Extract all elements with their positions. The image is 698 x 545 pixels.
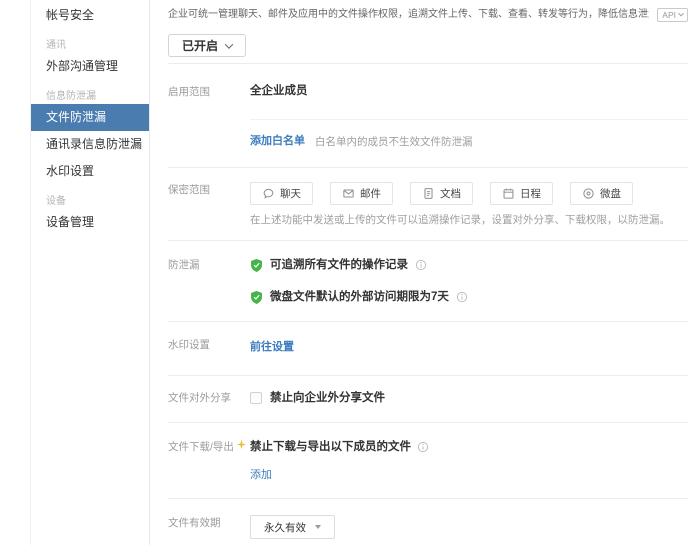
- mail-icon: [342, 187, 355, 200]
- watermark-label: 水印设置: [168, 337, 250, 355]
- scope-value: 全企业成员: [250, 84, 688, 99]
- add-whitelist-link[interactable]: 添加白名单: [250, 134, 305, 149]
- forbid-download-text: 禁止下载与导出以下成员的文件: [250, 440, 411, 455]
- chip-drive-label: 微盘: [600, 186, 621, 201]
- chip-doc[interactable]: 文档: [410, 182, 473, 205]
- chip-chat[interactable]: 聊天: [250, 182, 313, 205]
- prevention-item-text: 微盘文件默认的外部访问期限为7天: [270, 290, 449, 305]
- sidebar-section-device: 设备: [31, 195, 149, 209]
- goto-watermark-settings-link[interactable]: 前往设置: [250, 340, 294, 355]
- status-enabled-dropdown[interactable]: 已开启: [168, 34, 246, 57]
- sidebar-item-watermark-settings[interactable]: 水印设置: [31, 158, 149, 185]
- calendar-icon: [502, 187, 515, 200]
- chat-icon: [262, 187, 275, 200]
- admin-settings-page: 帐号安全 通讯 外部沟通管理 信息防泄漏 文件防泄漏 通讯录信息防泄漏 水印设置…: [0, 0, 698, 545]
- prevention-label: 防泄漏: [168, 257, 250, 305]
- row-leak-prevention: 防泄漏 可追溯所有文件的操作记录 微盘文件默认的外部访问期限为7天: [168, 241, 688, 321]
- row-external-share: 文件对外分享 禁止向企业外分享文件: [168, 376, 688, 422]
- doc-icon: [422, 187, 435, 200]
- info-icon[interactable]: [456, 291, 468, 303]
- chevron-down-icon: [225, 40, 233, 48]
- scope-label: 启用范围: [168, 84, 250, 149]
- divider: [250, 119, 688, 120]
- status-enabled-label: 已开启: [182, 37, 218, 54]
- api-dropdown-badge[interactable]: API: [657, 8, 688, 22]
- row-download-export: 文件下载/导出 禁止下载与导出以下成员的文件 添加: [168, 423, 688, 498]
- chevron-down-icon: [678, 11, 684, 17]
- feature-description: 企业可统一管理聊天、邮件及应用中的文件操作权限，追溯文件上传、下载、查看、转发等…: [168, 8, 649, 22]
- chip-calendar-label: 日程: [520, 186, 541, 201]
- sidebar-item-file-leak-prevention[interactable]: 文件防泄漏: [31, 104, 149, 131]
- validity-label: 文件有效期: [168, 515, 250, 539]
- chip-drive[interactable]: 微盘: [570, 182, 633, 205]
- sidebar-item-external-communication[interactable]: 外部沟通管理: [31, 53, 149, 80]
- download-export-label: 文件下载/导出: [168, 439, 234, 454]
- sidebar-section-info-leak-prevention: 信息防泄漏: [31, 90, 149, 104]
- sidebar-item-account-security[interactable]: 帐号安全: [31, 2, 149, 29]
- api-badge-label: API: [662, 10, 676, 20]
- settings-sidebar: 帐号安全 通讯 外部沟通管理 信息防泄漏 文件防泄漏 通讯录信息防泄漏 水印设置…: [30, 0, 150, 545]
- validity-value: 永久有效: [264, 520, 306, 535]
- sparkle-new-icon: [236, 439, 247, 450]
- row-watermark: 水印设置 前往设置: [168, 322, 688, 375]
- secrecy-chips: 聊天 邮件 文档 日程: [250, 182, 688, 205]
- row-secrecy-scope: 保密范围 聊天 邮件 文档: [168, 168, 688, 240]
- chip-doc-label: 文档: [440, 186, 461, 201]
- info-icon[interactable]: [417, 441, 429, 453]
- forbid-external-share-text: 禁止向企业外分享文件: [270, 391, 385, 406]
- secrecy-label: 保密范围: [168, 182, 250, 227]
- forbid-external-share-checkbox[interactable]: [250, 392, 262, 404]
- shield-check-icon: [250, 258, 263, 273]
- shield-check-icon: [250, 290, 263, 305]
- file-leak-prevention-panel: 企业可统一管理聊天、邮件及应用中的文件操作权限，追溯文件上传、下载、查看、转发等…: [151, 0, 698, 545]
- drive-icon: [582, 187, 595, 200]
- sidebar-item-contacts-leak-prevention[interactable]: 通讯录信息防泄漏: [31, 131, 149, 158]
- validity-select[interactable]: 永久有效: [250, 515, 335, 539]
- sidebar-item-device-management[interactable]: 设备管理: [31, 209, 149, 236]
- add-members-link[interactable]: 添加: [250, 468, 272, 483]
- chip-mail[interactable]: 邮件: [330, 182, 393, 205]
- chip-chat-label: 聊天: [280, 186, 301, 201]
- sidebar-section-communication: 通讯: [31, 39, 149, 53]
- row-scope: 启用范围 全企业成员 添加白名单 白名单内的成员不生效文件防泄漏: [168, 64, 688, 167]
- info-icon[interactable]: [415, 259, 427, 271]
- row-file-validity: 文件有效期 永久有效: [168, 499, 688, 539]
- chip-mail-label: 邮件: [360, 186, 381, 201]
- external-share-label: 文件对外分享: [168, 390, 250, 406]
- whitelist-hint: 白名单内的成员不生效文件防泄漏: [315, 135, 473, 149]
- secrecy-hint: 在上述功能中发送或上传的文件可以追溯操作记录，设置对外分享、下载权限，以防泄漏。: [250, 213, 688, 227]
- intro-row: 企业可统一管理聊天、邮件及应用中的文件操作权限，追溯文件上传、下载、查看、转发等…: [168, 8, 688, 24]
- chevron-down-icon: [315, 525, 321, 529]
- prevention-item-text: 可追溯所有文件的操作记录: [270, 258, 408, 273]
- chip-calendar[interactable]: 日程: [490, 182, 553, 205]
